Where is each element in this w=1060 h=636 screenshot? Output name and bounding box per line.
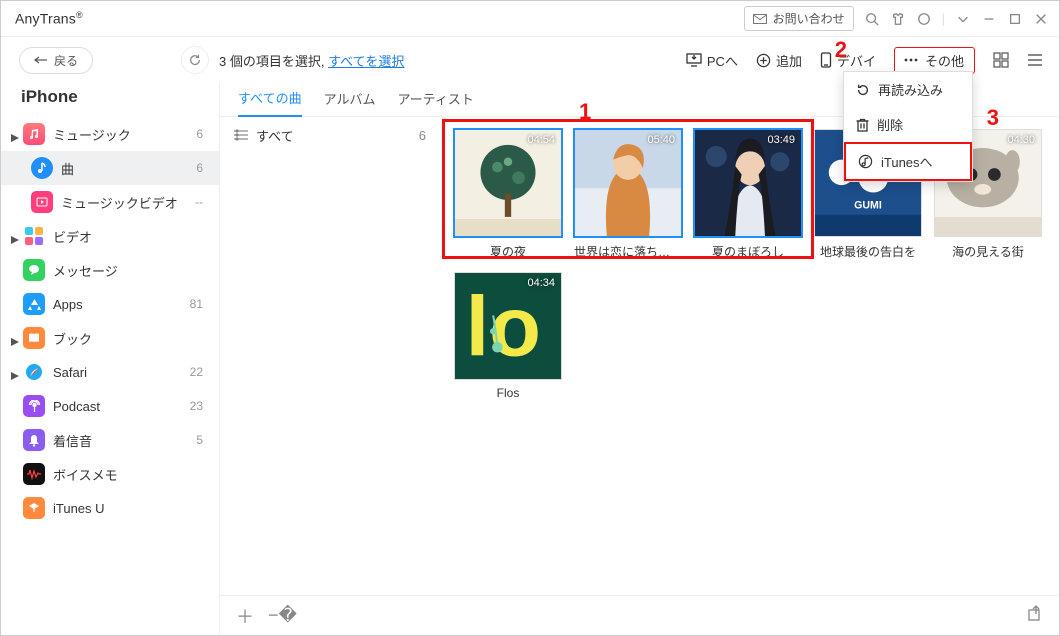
itunesu-icon: [23, 497, 45, 519]
sidebar-item-music-video[interactable]: ミュージックビデオ--: [1, 185, 219, 219]
music-video-icon: [31, 191, 53, 213]
track-card[interactable]: lo04:34 Flos: [454, 272, 562, 400]
more-dropdown: 再読み込み 削除 iTunesへ: [843, 71, 973, 182]
track-card[interactable]: 03:49 夏のまぼろし: [694, 129, 802, 260]
sidebar-item-video[interactable]: ビデオ: [1, 219, 219, 253]
footer-remove-button[interactable]: −�: [268, 605, 297, 626]
close-button[interactable]: [1033, 11, 1049, 27]
to-device-button[interactable]: デバイ: [820, 51, 876, 70]
selection-text: 3 個の項目を選択, すべてを選択: [219, 51, 404, 70]
annotation-1: 1: [579, 99, 591, 125]
search-icon[interactable]: [864, 11, 880, 27]
add-button[interactable]: 追加: [756, 51, 802, 70]
sidebar-item-itunesu[interactable]: iTunes U: [1, 491, 219, 525]
list-view-button[interactable]: [1027, 52, 1043, 68]
to-pc-button[interactable]: PCへ: [686, 51, 738, 70]
track-card[interactable]: 04:54 夏の夜: [454, 129, 562, 260]
dropdown-to-itunes[interactable]: iTunesへ: [844, 142, 972, 181]
content-footer: ＋ −�: [220, 595, 1059, 635]
ringtone-icon: [23, 429, 45, 451]
song-icon: [31, 157, 53, 179]
minimize-button[interactable]: [981, 11, 997, 27]
back-button[interactable]: 戻る: [19, 47, 93, 74]
grid-view-button[interactable]: [993, 52, 1009, 68]
app-brand: AnyTrans®: [15, 10, 83, 27]
sidebar: iPhone ミュージック6 曲6 ミュージックビデオ-- ビデオ メッセージ …: [1, 83, 219, 635]
voicememo-icon: [23, 463, 45, 485]
refresh-button[interactable]: [181, 46, 209, 74]
user-icon[interactable]: [916, 11, 932, 27]
dropdown-reload[interactable]: 再読み込み: [844, 72, 972, 107]
annotation-2: 2: [835, 37, 847, 63]
sidebar-item-songs[interactable]: 曲6: [1, 151, 219, 185]
chevron-down-icon[interactable]: [955, 11, 971, 27]
dropdown-delete[interactable]: 削除: [844, 107, 972, 142]
footer-export-button[interactable]: [1027, 605, 1043, 626]
sidebar-item-apps[interactable]: Apps81: [1, 287, 219, 321]
books-icon: [23, 327, 45, 349]
safari-icon: [23, 361, 45, 383]
tab-artist[interactable]: アーティスト: [397, 89, 473, 116]
music-icon: [23, 123, 45, 145]
sidebar-item-books[interactable]: ブック: [1, 321, 219, 355]
sidebar-item-voicememo[interactable]: ボイスメモ: [1, 457, 219, 491]
contact-button[interactable]: お問い合わせ: [744, 6, 854, 31]
messages-icon: [23, 259, 45, 281]
video-icon: [23, 225, 45, 247]
tab-all-songs[interactable]: すべての曲: [238, 88, 302, 117]
sidebar-item-podcast[interactable]: Podcast23: [1, 389, 219, 423]
sidebar-item-ringtone[interactable]: 着信音5: [1, 423, 219, 457]
apps-icon: [23, 293, 45, 315]
sidebar-item-music[interactable]: ミュージック6: [1, 117, 219, 151]
svg-text:lo: lo: [466, 279, 541, 374]
tab-album[interactable]: アルバム: [324, 89, 376, 116]
more-button[interactable]: その他: [894, 47, 975, 74]
sidebar-item-safari[interactable]: Safari22: [1, 355, 219, 389]
annotation-3: 3: [987, 105, 999, 131]
maximize-button[interactable]: [1007, 11, 1023, 27]
select-all-link[interactable]: すべてを選択: [328, 54, 404, 69]
tshirt-icon[interactable]: [890, 11, 906, 27]
podcast-icon: [23, 395, 45, 417]
svg-text:GUMI: GUMI: [854, 199, 882, 211]
device-title: iPhone: [1, 87, 219, 117]
track-card[interactable]: 05:40 世界は恋に落ちてい...: [574, 129, 682, 260]
sidebar-item-messages[interactable]: メッセージ: [1, 253, 219, 287]
footer-add-button[interactable]: ＋: [236, 603, 254, 629]
filter-all[interactable]: すべて6: [220, 117, 440, 153]
